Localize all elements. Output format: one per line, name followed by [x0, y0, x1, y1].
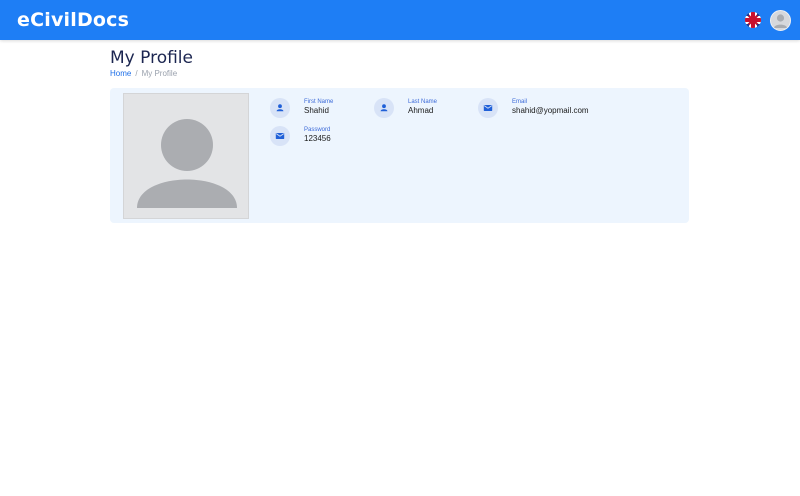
last-name-label: Last Name [408, 99, 438, 105]
profile-photo [123, 93, 249, 219]
password-value: 123456 [304, 134, 331, 143]
person-icon [374, 98, 394, 118]
page-title: My Profile [110, 48, 193, 68]
last-name-field: Last Name Ahmad [374, 98, 474, 120]
email-label: Email [512, 99, 528, 105]
first-name-value: Shahid [304, 106, 329, 115]
password-field: Password 123456 [270, 126, 370, 148]
password-label: Password [304, 127, 331, 133]
top-nav-bar: eCivilDocs [0, 0, 800, 40]
user-placeholder-icon [137, 119, 237, 208]
profile-card: First Name Shahid Last Name Ahmad Email … [110, 88, 689, 223]
user-avatar-icon[interactable] [770, 10, 791, 31]
first-name-label: First Name [304, 99, 334, 105]
email-field: Email shahid@yopmail.com [478, 98, 618, 120]
envelope-icon [478, 98, 498, 118]
brand-logo[interactable]: eCivilDocs [17, 9, 129, 31]
breadcrumb-current: My Profile [141, 69, 178, 78]
breadcrumb: Home / My Profile [110, 69, 177, 78]
person-icon [270, 98, 290, 118]
breadcrumb-separator: / [135, 69, 138, 78]
breadcrumb-home-link[interactable]: Home [110, 69, 131, 78]
envelope-icon [270, 126, 290, 146]
first-name-field: First Name Shahid [270, 98, 370, 120]
email-value: shahid@yopmail.com [512, 106, 589, 115]
uk-flag-icon[interactable] [745, 12, 761, 28]
last-name-value: Ahmad [408, 106, 434, 115]
